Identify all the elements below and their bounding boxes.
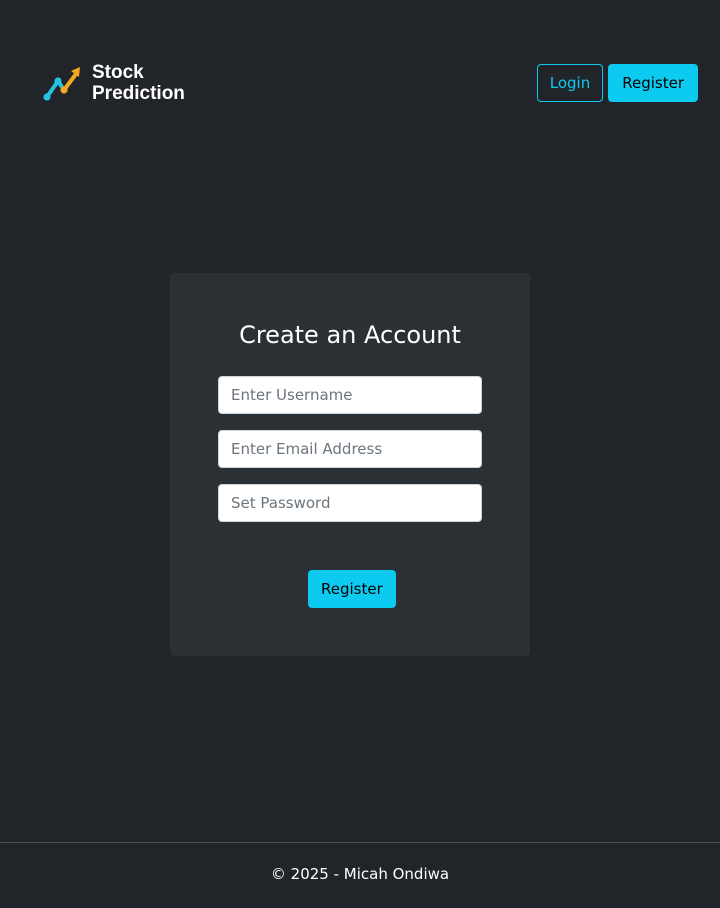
brand-link[interactable]: Stock Prediction	[42, 62, 185, 104]
register-submit-button[interactable]: Register	[308, 570, 396, 608]
register-nav-button[interactable]: Register	[608, 64, 698, 102]
register-card: Create an Account Register	[170, 273, 530, 656]
page: Stock Prediction Login Register Create a…	[0, 0, 720, 908]
form-title: Create an Account	[239, 321, 461, 349]
email-input[interactable]	[218, 430, 482, 468]
username-input[interactable]	[218, 376, 482, 414]
login-button[interactable]: Login	[536, 64, 604, 102]
brand-line-2: Prediction	[92, 83, 185, 104]
brand-line-1: Stock	[92, 62, 144, 83]
site-footer: © 2025 - Micah Ondiwa	[0, 842, 720, 908]
brand-name: Stock Prediction	[92, 62, 185, 104]
header-nav: Login Register	[536, 64, 698, 102]
trend-up-icon	[43, 67, 80, 101]
copyright-text: © 2025 - Micah Ondiwa	[270, 864, 450, 883]
password-input[interactable]	[218, 484, 482, 522]
